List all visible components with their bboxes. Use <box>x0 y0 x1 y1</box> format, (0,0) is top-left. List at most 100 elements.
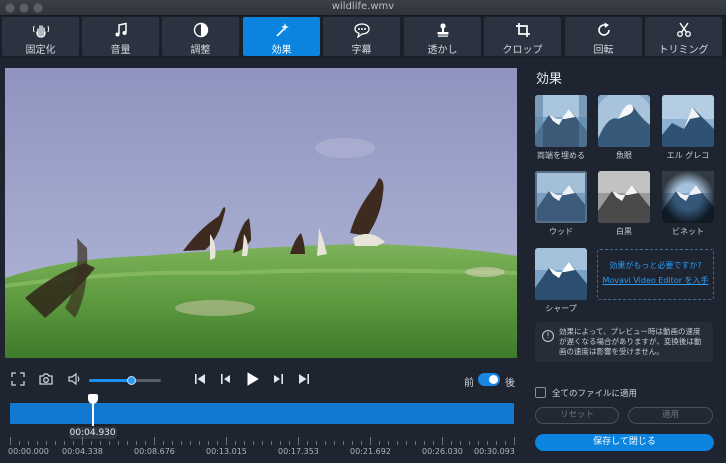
mountain-thumbnail-image <box>535 248 587 300</box>
skip-to-start-icon[interactable] <box>192 371 208 387</box>
ruler-tick <box>442 437 443 445</box>
ruler-tick-label: 00:26.030 <box>422 447 463 456</box>
ruler-tick-label: 00:08.676 <box>134 447 175 456</box>
stabilize-hand-icon <box>32 25 49 38</box>
ruler-tick <box>505 441 506 445</box>
ruler-tick <box>154 437 155 445</box>
crop-icon <box>515 23 530 37</box>
tool-trim[interactable]: トリミング <box>645 17 722 56</box>
tool-label: 回転 <box>593 45 614 56</box>
more-effects-box: 効果がもっと必要ですか? Movavi Video Editor を入手 <box>597 249 714 300</box>
effect-thumb-fill-edges[interactable] <box>535 95 587 147</box>
tool-label: 音量 <box>110 45 131 56</box>
timeline-ruler[interactable] <box>10 437 515 445</box>
tool-label: 固定化 <box>25 45 56 56</box>
tool-label: 透かし <box>427 45 458 56</box>
previous-frame-icon[interactable] <box>218 371 234 387</box>
effect-thumb-fisheye[interactable] <box>598 95 650 147</box>
fullscreen-icon[interactable] <box>10 371 26 387</box>
more-effects-question: 効果がもっと必要ですか? <box>609 261 702 270</box>
ruler-tick <box>415 441 416 445</box>
scissors-icon <box>676 22 691 37</box>
performance-notice: ! 効果によって、プレビュー時は動画の速度が遅くなる場合がありますが、変換後は動… <box>535 322 713 362</box>
tool-adjust[interactable]: 調整 <box>162 17 239 56</box>
tool-stabilize[interactable]: 固定化 <box>2 17 79 56</box>
effects-panel-title: 効果 <box>536 72 563 87</box>
info-icon: ! <box>542 330 554 342</box>
window-titlebar: wildlife.wmv <box>0 0 726 16</box>
tool-effects[interactable]: 効果 <box>243 17 320 56</box>
ruler-tick <box>280 441 281 445</box>
timeline-clip-bar[interactable] <box>10 403 514 424</box>
volume-slider[interactable] <box>89 376 161 385</box>
ruler-tick <box>199 441 200 445</box>
ruler-tick <box>91 441 92 445</box>
ruler-tick <box>82 437 83 445</box>
tool-label: 字幕 <box>351 45 372 56</box>
playhead-handle[interactable] <box>87 394 98 404</box>
tool-toolbar: 固定化 音量 調整 効果 字幕 透かし クロップ 回転 トリミング <box>0 16 726 58</box>
effect-label: 魚眼 <box>616 151 632 160</box>
tool-label: クロップ <box>502 45 543 56</box>
ruler-tick <box>181 441 182 445</box>
effect-thumb-sharpen[interactable] <box>535 248 587 300</box>
speaker-volume-icon[interactable] <box>67 371 83 387</box>
effect-label: 両端を埋める <box>537 151 585 160</box>
effect-label: ウッド <box>549 227 573 236</box>
tool-rotate[interactable]: 回転 <box>565 17 642 56</box>
ruler-tick <box>496 441 497 445</box>
ruler-tick <box>226 437 227 445</box>
window-title: wildlife.wmv <box>331 1 395 12</box>
get-video-editor-link[interactable]: Movavi Video Editor を入手 <box>598 275 713 286</box>
ruler-tick <box>361 441 362 445</box>
effect-thumb-wood[interactable] <box>535 171 587 223</box>
next-frame-icon[interactable] <box>270 371 286 387</box>
effect-thumb-vignette[interactable] <box>662 171 714 223</box>
ruler-tick <box>334 441 335 445</box>
snapshot-camera-icon[interactable] <box>38 371 54 387</box>
video-frame-image <box>5 68 517 358</box>
save-and-close-button[interactable]: 保存して閉じる <box>535 434 714 451</box>
mountain-thumbnail-image <box>662 171 714 223</box>
effect-label: ビネット <box>672 227 704 236</box>
effect-label: シャープ <box>545 304 577 313</box>
ruler-tick-label: 00:04.338 <box>62 447 103 456</box>
ruler-tick <box>73 441 74 445</box>
stamp-icon <box>437 23 448 37</box>
tool-subtitles[interactable]: 字幕 <box>323 17 400 56</box>
ruler-tick <box>460 441 461 445</box>
ruler-tick <box>397 441 398 445</box>
ruler-tick-label: 00:17.353 <box>278 447 319 456</box>
ruler-tick <box>127 441 128 445</box>
tool-label: トリミング <box>658 45 709 56</box>
apply-button[interactable]: 適用 <box>628 407 713 424</box>
apply-to-all-checkbox[interactable] <box>535 387 546 398</box>
ruler-tick <box>388 441 389 445</box>
ruler-tick <box>172 441 173 445</box>
volume-slider-knob[interactable] <box>127 376 137 385</box>
ruler-tick <box>406 441 407 445</box>
effect-thumb-black-white[interactable] <box>598 171 650 223</box>
ruler-tick <box>487 441 488 445</box>
video-preview[interactable] <box>5 68 517 358</box>
magic-wand-icon <box>275 23 289 37</box>
tool-volume[interactable]: 音量 <box>82 17 159 56</box>
ruler-tick <box>307 441 308 445</box>
ruler-tick <box>28 441 29 445</box>
effect-thumb-el-greco[interactable] <box>662 95 714 147</box>
skip-to-end-icon[interactable] <box>296 371 312 387</box>
ruler-tick <box>514 437 515 445</box>
ruler-tick <box>64 441 65 445</box>
ruler-tick <box>10 437 11 445</box>
ruler-tick <box>55 441 56 445</box>
tool-watermark[interactable]: 透かし <box>404 17 481 56</box>
play-icon[interactable] <box>243 370 261 388</box>
ruler-tick <box>37 441 38 445</box>
tool-crop[interactable]: クロップ <box>484 17 561 56</box>
ruler-tick <box>478 441 479 445</box>
before-after-toggle[interactable] <box>478 373 500 386</box>
reset-button[interactable]: リセット <box>535 407 619 424</box>
ruler-tick <box>19 441 20 445</box>
effect-label: 白黒 <box>616 227 632 236</box>
volume-slider-fill <box>89 379 133 382</box>
